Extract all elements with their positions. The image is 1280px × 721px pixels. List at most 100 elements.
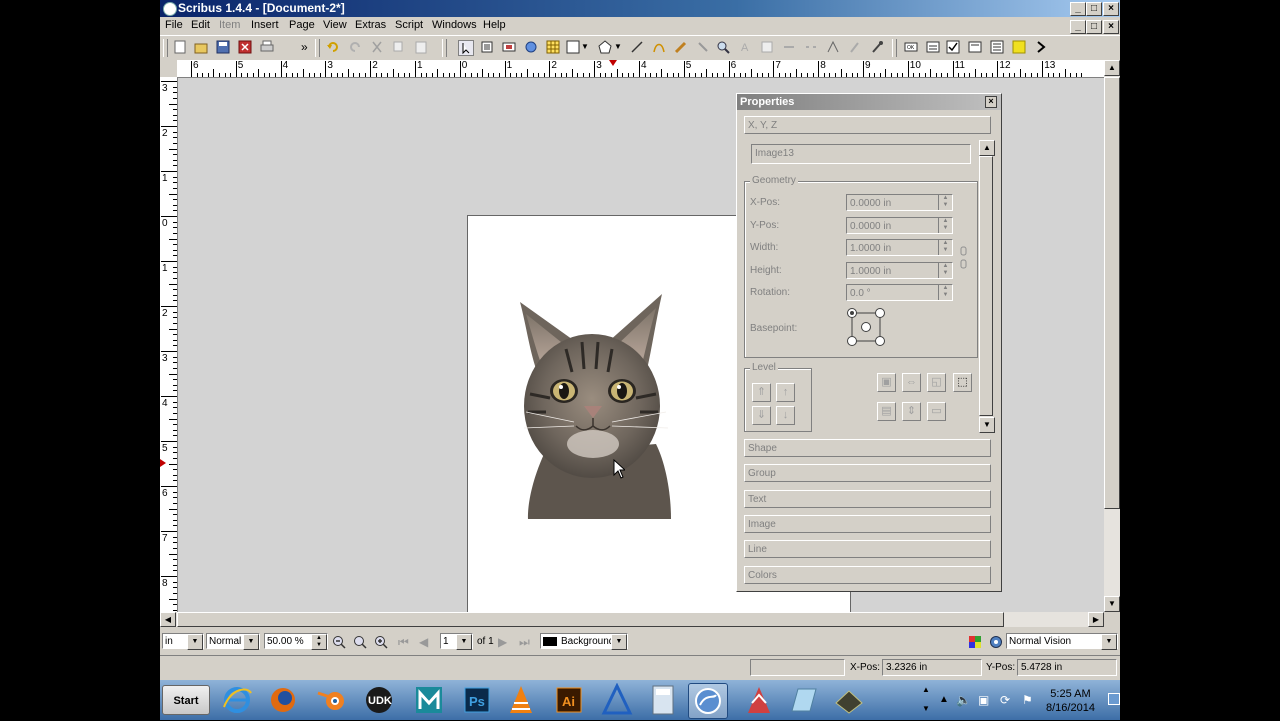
calculator-icon[interactable] [644,683,682,717]
raise-button[interactable]: ↑ [776,383,795,402]
ypos-input[interactable]: 0.0000 in ▲ ▼ [846,217,953,234]
scroll-down-button[interactable]: ▼ [1104,596,1120,612]
toolbar-grip[interactable] [892,39,897,57]
last-page-icon[interactable]: ⏭ [519,635,530,650]
menu-item[interactable]: Item [219,19,240,31]
menu-insert[interactable]: Insert [251,19,279,31]
chain-link-icon[interactable] [960,246,968,270]
menu-extras[interactable]: Extras [355,19,386,31]
item-name-field[interactable]: Image13 [751,144,971,164]
no-print-button[interactable]: ⬚ [953,373,972,392]
show-desktop-button[interactable] [1108,693,1120,705]
preview-mode-select[interactable]: Normal ▼ [206,633,260,650]
vertical-scrollbar[interactable]: ▲ ▼ [1104,60,1120,612]
link-annotation-icon[interactable] [1034,40,1048,54]
page-select[interactable]: 1 ▼ [440,633,473,650]
lock-position-button[interactable]: ▣ [877,373,896,392]
vertical-scroll-thumb[interactable] [1104,77,1120,509]
chevron-down-icon[interactable]: ▼ [187,634,203,650]
doc-minimize-button[interactable]: _ [1070,20,1086,34]
zoom-out-icon[interactable] [332,635,346,649]
horizontal-scrollbar[interactable]: ◀ ▶ [160,612,1104,627]
network-icon[interactable]: ▣ [978,693,989,707]
section-line[interactable]: Line [744,540,991,558]
volume-icon[interactable]: 🔈 [956,693,971,707]
taskbar-scroll-up-icon[interactable]: ▲ [922,685,930,694]
bezier-icon[interactable] [652,40,666,54]
zoom-icon[interactable] [716,40,730,54]
raise-to-top-button[interactable]: ⇑ [752,383,771,402]
photoshop-icon[interactable]: Ps [458,683,496,717]
table-icon[interactable] [546,40,560,54]
lock-size-button[interactable]: ◱ [927,373,946,392]
layer-select[interactable]: Background ▼ [540,633,628,650]
zoom-100-icon[interactable] [353,635,367,649]
rotation-input[interactable]: 0.0 ° ▲ ▼ [846,284,953,301]
menu-windows[interactable]: Windows [432,19,477,31]
unit-select[interactable]: in ▼ [162,633,204,650]
next-page-icon[interactable]: ▶ [498,635,507,649]
rotate-icon[interactable] [696,40,710,54]
chevron-down-icon[interactable]: ▼ [611,634,627,650]
minimize-button[interactable]: _ [1070,2,1086,16]
print-icon[interactable] [260,40,274,54]
zoom-stepper[interactable]: ▲ ▼ [311,634,327,650]
properties-scroll-up[interactable]: ▲ [979,140,995,156]
cut-icon[interactable] [370,40,384,54]
lock-object-button[interactable]: ▤ [877,402,896,421]
maya-icon[interactable] [410,683,448,717]
section-text[interactable]: Text [744,490,991,508]
properties-scrollbar[interactable]: ▲ ▼ [979,140,995,433]
toolbar-overflow-icon[interactable]: » [301,40,308,54]
close-document-icon[interactable] [238,40,252,54]
doc-restore-button[interactable]: □ [1086,20,1102,34]
width-input[interactable]: 1.0000 in ▲ ▼ [846,239,953,256]
illustrator-icon[interactable]: Ai [550,683,588,717]
polygon-dropdown-icon[interactable]: ▼ [614,42,622,51]
eyedropper-icon[interactable] [870,40,884,54]
menu-edit[interactable]: Edit [191,19,210,31]
section-image[interactable]: Image [744,515,991,533]
first-page-icon[interactable]: ⏮ [398,635,409,650]
clock[interactable]: 5:25 AM 8/16/2014 [1046,687,1095,715]
pdf-textfield-icon[interactable] [926,40,940,54]
sync-icon[interactable]: ⟳ [1000,693,1010,707]
tray-expand-icon[interactable]: ▲ [939,694,949,705]
pdf-button-icon[interactable]: OK [904,40,918,54]
pdf-listbox-icon[interactable] [990,40,1004,54]
taskbar-scroll-down-icon[interactable]: ▼ [922,704,930,713]
menu-script[interactable]: Script [395,19,423,31]
text-annotation-icon[interactable] [1012,40,1026,54]
line-icon[interactable] [630,40,644,54]
visual-preview-icon[interactable] [989,635,1003,649]
section-group[interactable]: Group [744,464,991,482]
close-button[interactable]: × [1103,2,1119,16]
chevron-down-icon[interactable]: ▼ [1101,634,1117,650]
toolbar-grip[interactable] [163,39,168,57]
xpos-stepper[interactable]: ▲ ▼ [938,195,952,210]
chevron-down-icon[interactable]: ▼ [456,634,472,650]
height-stepper[interactable]: ▲ ▼ [938,263,952,278]
properties-title-bar[interactable]: Properties × [737,94,1001,110]
pdf-checkbox-icon[interactable] [946,40,960,54]
flip-horizontal-button[interactable]: ⇔ [902,373,921,392]
ypos-stepper[interactable]: ▲ ▼ [938,218,952,233]
menu-file[interactable]: File [165,19,183,31]
mudbox-icon[interactable] [740,683,778,717]
freehand-icon[interactable] [674,40,688,54]
basepoint-selector[interactable] [845,306,887,348]
open-folder-icon[interactable] [194,40,208,54]
text-frame-icon[interactable] [480,40,494,54]
paste-icon[interactable] [414,40,428,54]
print-toggle-button[interactable]: ▭ [927,402,946,421]
link-frames-icon[interactable] [782,40,796,54]
polygon-icon[interactable] [598,40,612,54]
terminal-icon[interactable] [830,683,868,717]
edit-contents-icon[interactable] [760,40,774,54]
copy-icon[interactable] [392,40,406,54]
udk-icon[interactable]: UDK [360,683,398,717]
zoom-input[interactable]: 50.00 % ▲ ▼ [264,633,328,650]
chevron-down-icon[interactable]: ▼ [243,634,259,650]
menu-view[interactable]: View [323,19,347,31]
shape-icon[interactable] [566,40,580,54]
